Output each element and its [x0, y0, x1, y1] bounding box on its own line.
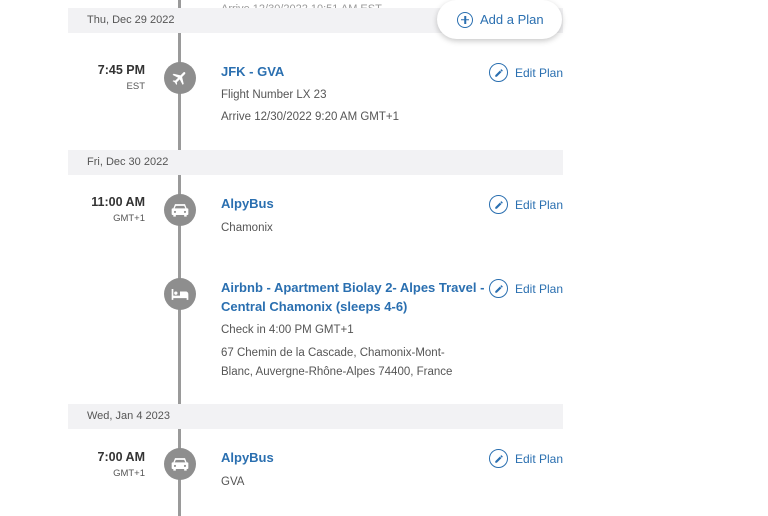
plan-detail: 67 Chemin de la Cascade, Chamonix-Mont-B… [221, 347, 453, 378]
plan-title[interactable]: AlpyBus [221, 194, 486, 213]
edit-plan-button[interactable]: Edit Plan [489, 449, 563, 468]
pencil-icon [489, 279, 508, 298]
car-icon [164, 194, 196, 226]
plan-title[interactable]: JFK - GVA [221, 62, 486, 81]
plan-timezone: GMT+1 [113, 213, 145, 224]
add-plan-button[interactable]: Add a Plan [437, 0, 562, 39]
plus-circle-icon [457, 11, 473, 28]
plan-detail: Flight Number LX 23 [221, 89, 327, 101]
plan-time-value: 7:00 AM [97, 450, 145, 464]
plan-timezone: GMT+1 [113, 468, 145, 479]
car-icon [164, 448, 196, 480]
plane-icon [164, 62, 196, 94]
plan-title[interactable]: AlpyBus [221, 448, 486, 467]
edit-plan-label: Edit Plan [515, 451, 564, 466]
plan-time: 11:00 AM GMT+1 [91, 195, 145, 224]
plan-time-value: 11:00 AM [91, 195, 145, 209]
edit-plan-button[interactable]: Edit Plan [489, 63, 563, 82]
plan-title[interactable]: Airbnb - Apartment Biolay 2- Alpes Trave… [221, 278, 486, 316]
edit-plan-label: Edit Plan [515, 197, 564, 212]
plan-time-value: 7:45 PM [97, 63, 145, 77]
plan-detail: Check in 4:00 PM GMT+1 [221, 324, 354, 336]
plan-timezone: EST [126, 81, 145, 92]
day-header: Wed, Jan 4 2023 [68, 404, 563, 429]
plan-detail: GVA [221, 476, 245, 488]
bed-icon [164, 278, 196, 310]
plan-detail: Chamonix [221, 222, 273, 234]
pencil-icon [489, 449, 508, 468]
plan-detail: Arrive 12/30/2022 9:20 AM GMT+1 [221, 111, 400, 123]
edit-plan-button[interactable]: Edit Plan [489, 279, 563, 298]
day-header: Fri, Dec 30 2022 [68, 150, 563, 175]
pencil-icon [489, 63, 508, 82]
edit-plan-label: Edit Plan [515, 65, 564, 80]
edit-plan-button[interactable]: Edit Plan [489, 195, 563, 214]
add-plan-label: Add a Plan [480, 12, 544, 27]
plan-time: 7:45 PM EST [98, 63, 145, 92]
plan-time: 7:00 AM GMT+1 [98, 450, 145, 479]
pencil-icon [489, 195, 508, 214]
edit-plan-label: Edit Plan [515, 281, 564, 296]
